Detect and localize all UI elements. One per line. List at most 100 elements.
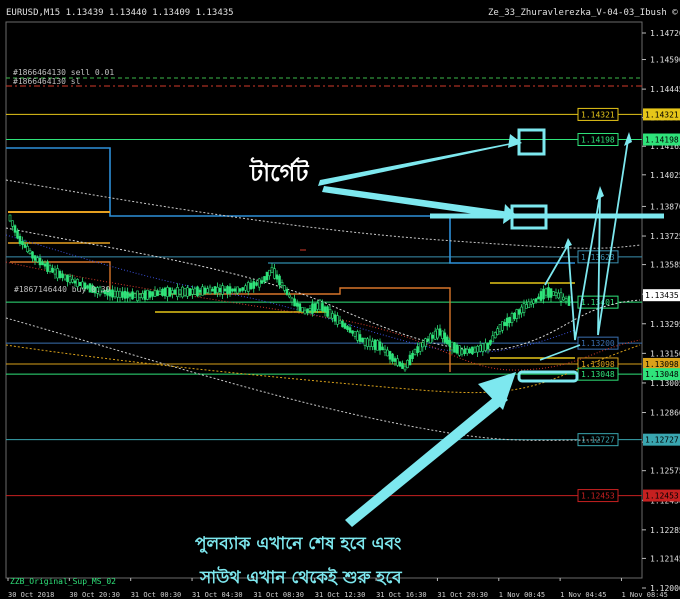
order-label-buy: #1867146440 buy 0.30 [14,285,111,294]
candle-body [386,349,389,357]
candle-body [473,347,477,353]
candle-body [348,327,352,333]
candle-body [236,286,239,294]
candle-body [128,293,132,297]
candle-body [544,288,548,296]
candle-body [471,346,474,355]
candle-body [438,328,442,336]
candle-body [71,278,74,283]
candle-body [181,286,184,298]
candle-body [231,288,234,292]
candle-body [433,330,437,340]
candle-body [376,340,379,351]
axis-level-tag-text: 1.12453 [645,492,679,501]
candle-body [8,214,12,222]
grid-layer [5,21,643,579]
candle-body [513,312,516,320]
candle-body [431,334,435,339]
candle-body [228,286,232,294]
candle-body [168,287,172,297]
candle-body [557,292,560,299]
candle-body [53,269,57,275]
candle-body [510,313,514,323]
candle-body [371,341,374,347]
candle-body [418,342,422,352]
orange-step-line [10,261,451,372]
candle-body [288,294,291,298]
candle-body [260,280,264,284]
candle-body [336,315,339,325]
y-tick-label: 1.14445 [650,85,680,94]
order-label-sl: #1866464130 sl [13,77,81,86]
candle-body [63,274,67,280]
candle-body [66,274,69,282]
level-label-text: 1.12727 [581,436,615,445]
candle-body [238,288,242,292]
candle-body [493,332,497,339]
level-label-text: 1.14198 [581,136,615,145]
candle-body [226,286,229,294]
candle-body [564,298,568,302]
arrow-to-target-1 [318,136,518,186]
candle-body [537,296,540,300]
candle-body [534,298,538,302]
candle-body [393,358,397,362]
candle-body [368,339,372,347]
candle-body [542,288,545,300]
candle-body [443,332,447,343]
candle-body [158,290,162,295]
candle-body [517,309,521,315]
candle-body [549,288,553,298]
x-tick-label: 1 Nov 04:45 [560,591,606,599]
candle-body [295,302,299,307]
candle-body [58,270,62,279]
x-tick-label: 30 Oct 20:30 [69,591,120,599]
candle-body [201,286,204,296]
candle-body [161,288,164,296]
candle-body [11,220,14,227]
axis-level-tag-text: 1.12727 [645,436,679,445]
candle-body [275,274,279,280]
plot-frame [5,21,643,579]
candle-body [68,276,72,283]
candle-body [489,340,492,345]
ma-red [5,261,641,371]
candle-body [328,309,332,319]
axis-level-tag-text: 1.14321 [645,110,679,119]
candle-body [290,297,294,303]
candle-body [455,344,459,354]
pullback-text-line2: সাউথ এখান থেকেই শুরু হবে [199,566,403,588]
candle-body [478,345,482,352]
candle-body [221,285,224,295]
candle-body [26,246,29,252]
candle-body [138,293,142,299]
big-arrow-shaft [345,392,508,527]
candle-body [463,349,466,355]
candle-body [136,290,139,301]
candle-body [308,308,312,312]
candle-body [346,326,349,330]
y-tick-label: 1.13585 [650,261,680,270]
candle-body [496,328,499,335]
candle-body [216,286,219,294]
candle-body [48,265,52,272]
zigzag-head-1 [564,238,572,248]
candle-body [252,281,256,289]
chart-window: 1.14321 1.14198 1.13623 1.13401 1.13200 1.130… [0,0,680,599]
order-label-sell: #1866464130 sell 0.01 [13,68,114,77]
candle-body [298,303,302,312]
candle-body [183,288,187,296]
x-tick-label: 31 Oct 12:30 [315,591,366,599]
y-tick-label: 1.13870 [650,202,680,211]
candle-body [453,342,456,353]
candle-body [223,288,227,292]
candle-body [401,363,404,369]
level-label-text: 1.13200 [581,339,615,348]
candle-body [547,287,550,298]
candle-body [343,323,347,329]
symbol-info: EURUSD,M15 1.13439 1.13440 1.13409 1.134… [6,8,234,18]
candle-body [460,349,464,355]
candle-body [178,289,182,295]
pullback-box [517,370,579,383]
y-tick-label: 1.13005 [650,379,680,388]
